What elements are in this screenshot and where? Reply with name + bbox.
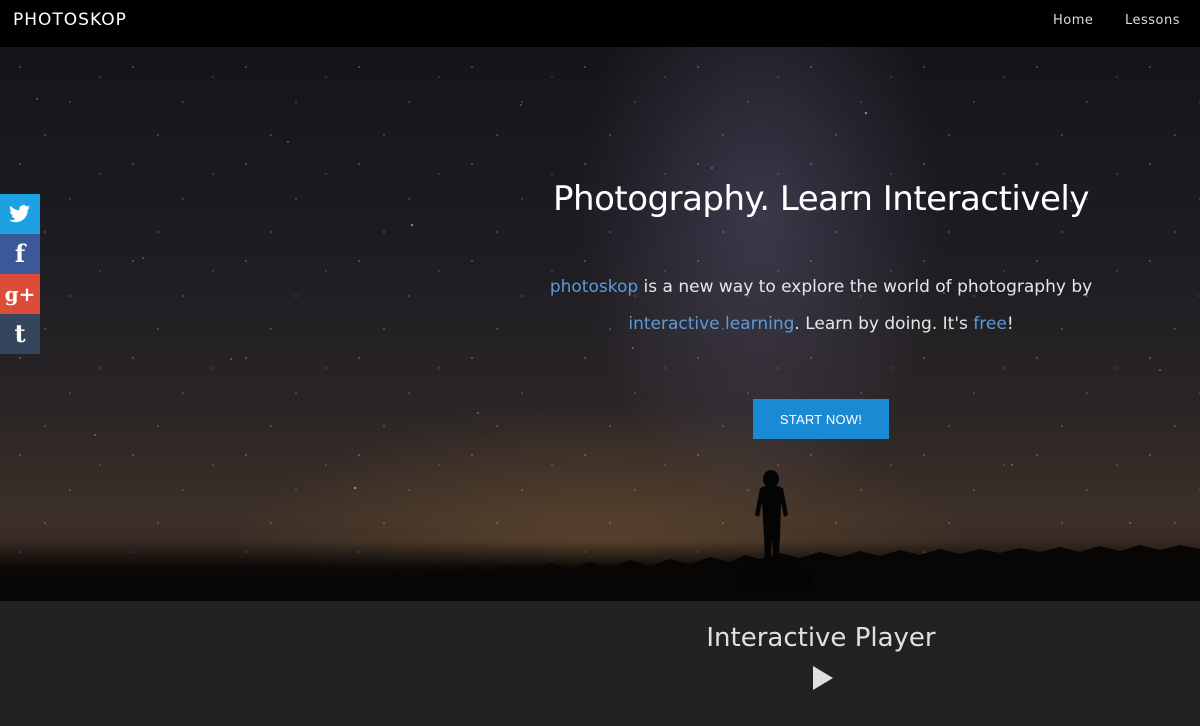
twitter-icon bbox=[9, 205, 31, 223]
desc-text-end: ! bbox=[1006, 314, 1014, 334]
hero-section: Photography. Learn Interactively photosk… bbox=[0, 47, 1200, 601]
hero-description: photoskop is a new way to explore the wo… bbox=[520, 269, 1122, 343]
facebook-share-button[interactable]: f bbox=[0, 234, 40, 274]
desc-text-2: . Learn by doing. It's bbox=[794, 314, 974, 334]
free-link[interactable]: free bbox=[973, 314, 1007, 334]
google-plus-share-button[interactable]: g+ bbox=[0, 274, 40, 314]
social-share-bar: f g+ t bbox=[0, 194, 40, 354]
player-title: Interactive Player bbox=[706, 623, 936, 653]
interactive-player-section: Interactive Player bbox=[0, 601, 1200, 726]
desc-text-1: is a new way to explore the world of pho… bbox=[638, 277, 1093, 297]
nav-link-lessons[interactable]: Lessons bbox=[1125, 13, 1180, 28]
brand-link[interactable]: photoskop bbox=[550, 277, 638, 297]
facebook-icon: f bbox=[14, 239, 26, 268]
tumblr-share-button[interactable]: t bbox=[0, 314, 40, 354]
site-logo[interactable]: PHOTOSKOP bbox=[13, 10, 127, 30]
tumblr-icon: t bbox=[14, 319, 26, 348]
start-now-button[interactable]: START NOW! bbox=[753, 399, 889, 439]
twitter-share-button[interactable] bbox=[0, 194, 40, 234]
interactive-learning-link[interactable]: interactive learning bbox=[628, 314, 794, 334]
nav-link-home[interactable]: Home bbox=[1053, 13, 1093, 28]
hero-title: Photography. Learn Interactively bbox=[553, 179, 1089, 219]
google-plus-icon: g+ bbox=[4, 282, 36, 306]
top-navbar: PHOTOSKOP Home Lessons bbox=[0, 0, 1200, 47]
play-icon[interactable] bbox=[810, 665, 836, 691]
